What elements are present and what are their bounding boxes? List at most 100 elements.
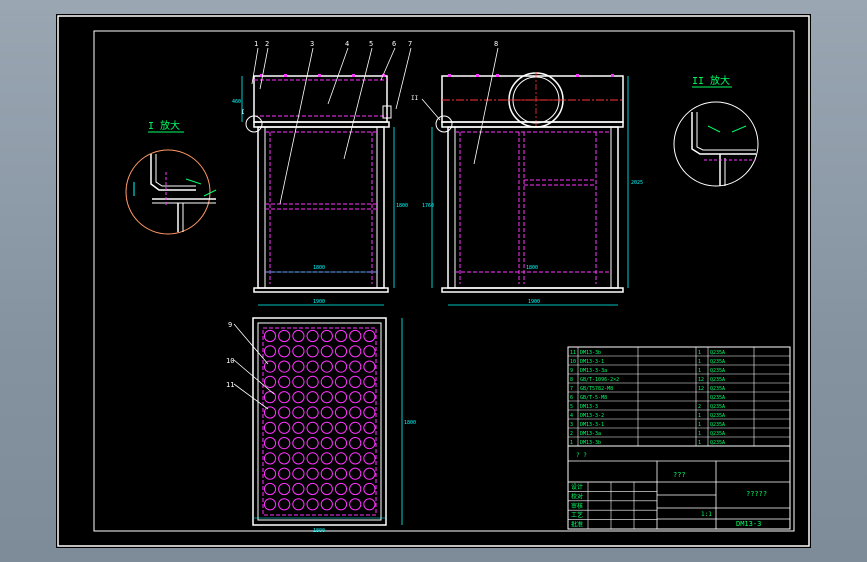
filter-bag-hole xyxy=(320,452,333,465)
side-dim-overall: 1900 xyxy=(528,299,540,305)
side-callout-ii: II xyxy=(411,95,419,102)
parts-list-cell: DM13-3-1 xyxy=(580,422,604,428)
front-part-label: 2 xyxy=(265,40,269,48)
plan-view: 1800 1800 9 10 11 xyxy=(226,317,416,534)
parts-list-cell: DM13-3-3a xyxy=(580,368,607,374)
filter-bag-hole xyxy=(320,437,333,450)
filter-bag-hole xyxy=(263,467,277,480)
filter-bag-hole xyxy=(306,421,319,434)
parts-list-cell: 5 xyxy=(570,404,573,410)
filter-bag-hole xyxy=(292,421,305,434)
title-block-label: 设计 xyxy=(571,483,583,491)
filter-bag-hole xyxy=(363,345,376,358)
drawing-name: ??? xyxy=(673,471,686,479)
parts-list-cell: DM13-3a xyxy=(580,431,601,437)
parts-list-cell: 10 xyxy=(570,359,576,365)
filter-bag-hole xyxy=(349,452,362,465)
filter-bag-hole xyxy=(320,421,333,434)
front-part-label: 4 xyxy=(345,40,349,48)
filter-bag-hole xyxy=(292,329,305,343)
parts-list-cell: 4 xyxy=(570,413,573,419)
filter-bag-hole xyxy=(334,437,348,450)
company-name: ????? xyxy=(746,490,767,498)
side-part-label: 8 xyxy=(494,40,498,48)
filter-bag-hole xyxy=(363,360,376,373)
plan-dim-width: 1800 xyxy=(313,528,325,534)
front-view: I 460 1800 1800 1900 1 2 3 4 5 6 7 xyxy=(232,40,412,306)
filter-bag-hole xyxy=(263,452,277,465)
filter-bag-hole xyxy=(306,329,319,343)
filter-bag-hole xyxy=(334,467,348,480)
parts-list-cell: DM13-3-2 xyxy=(580,413,604,419)
front-dim-body: 1800 xyxy=(396,203,408,209)
inner-frame xyxy=(93,30,795,532)
filter-bag-hole xyxy=(334,498,348,511)
filter-bag-hole xyxy=(263,329,277,343)
parts-list-cell: Q235A xyxy=(710,404,725,410)
filter-bag-hole xyxy=(349,498,362,511)
title-block-label: 校对 xyxy=(571,492,583,500)
parts-list-cell: 7 xyxy=(570,386,573,392)
side-view: II 1760 2025 1800 1900 8 xyxy=(411,40,643,306)
filter-bag-hole xyxy=(263,406,277,419)
plan-part-label: 10 xyxy=(226,357,234,365)
filter-bag-hole xyxy=(320,360,333,373)
parts-list-cell: 8 xyxy=(570,377,573,383)
title-block-label: 批准 xyxy=(571,521,583,529)
parts-list-cell: 6 xyxy=(570,395,573,401)
filter-bag-hole xyxy=(320,375,333,388)
filter-bag-hole xyxy=(320,467,333,480)
title-block-label: 工艺 xyxy=(571,511,583,519)
parts-list-cell: GB/T-1096-2×2 xyxy=(580,377,619,383)
parts-list: 11 DM13-3b 1 Q235A10 DM13-3-1 1 Q235A9 DM13-3-3… xyxy=(567,346,791,447)
side-frame xyxy=(447,126,619,289)
filter-bag-hole xyxy=(320,482,333,496)
parts-list-cell: 9 xyxy=(570,368,573,374)
filter-bag-hole xyxy=(263,360,277,373)
parts-list-cell: DM13-3b xyxy=(580,350,601,356)
title-block: 设计校对审核工艺批准 ??? ????? DM13-3 1:1 ? ? xyxy=(567,445,791,530)
filter-bag-hole xyxy=(263,375,277,388)
side-dim-inner: 1800 xyxy=(526,265,538,271)
filter-bag-hole xyxy=(278,329,291,343)
filter-bag-hole xyxy=(334,421,348,434)
parts-list-cell: Q235A xyxy=(710,413,725,419)
filter-bag-hole xyxy=(349,375,362,388)
front-part-label: 5 xyxy=(369,40,373,48)
filter-bag-grid xyxy=(263,329,376,511)
filter-bag-hole xyxy=(320,391,333,404)
filter-bag-hole xyxy=(334,375,348,388)
filter-bag-hole xyxy=(349,391,362,404)
parts-list-cell: 2 xyxy=(698,404,701,410)
parts-list-cell: 3 xyxy=(570,422,573,428)
filter-bag-hole xyxy=(349,437,362,450)
filter-bag-hole xyxy=(363,406,376,419)
filter-bag-hole xyxy=(292,375,305,388)
filter-bag-hole xyxy=(306,360,319,373)
parts-list-cell: 1 xyxy=(698,359,701,365)
front-part-label: 6 xyxy=(392,40,396,48)
title-placeholder: ? ? xyxy=(576,452,587,459)
outer-border xyxy=(57,15,810,547)
parts-list-cell: 1 xyxy=(698,350,701,356)
filter-bag-hole xyxy=(334,391,348,404)
filter-bag-hole xyxy=(263,482,277,496)
title-block-label: 审核 xyxy=(571,502,583,510)
filter-bag-hole xyxy=(278,391,291,404)
filter-bag-hole xyxy=(349,482,362,496)
filter-bag-hole xyxy=(278,345,291,358)
parts-list-cell: 1 xyxy=(570,440,573,446)
side-dim-left: 1760 xyxy=(422,203,434,209)
filter-bag-hole xyxy=(320,345,333,358)
filter-bag-hole xyxy=(278,452,291,465)
parts-list-cell: GB/T-5-M8 xyxy=(580,395,607,401)
filter-bag-hole xyxy=(349,329,362,343)
filter-bag-hole xyxy=(334,329,348,343)
filter-bag-hole xyxy=(334,406,348,419)
drawing-scale: 1:1 xyxy=(701,511,712,518)
parts-list-cell: 12 xyxy=(698,386,704,392)
filter-bag-hole xyxy=(278,406,291,419)
filter-bag-hole xyxy=(363,452,376,465)
filter-bag-hole xyxy=(349,360,362,373)
filter-bag-hole xyxy=(292,467,305,480)
